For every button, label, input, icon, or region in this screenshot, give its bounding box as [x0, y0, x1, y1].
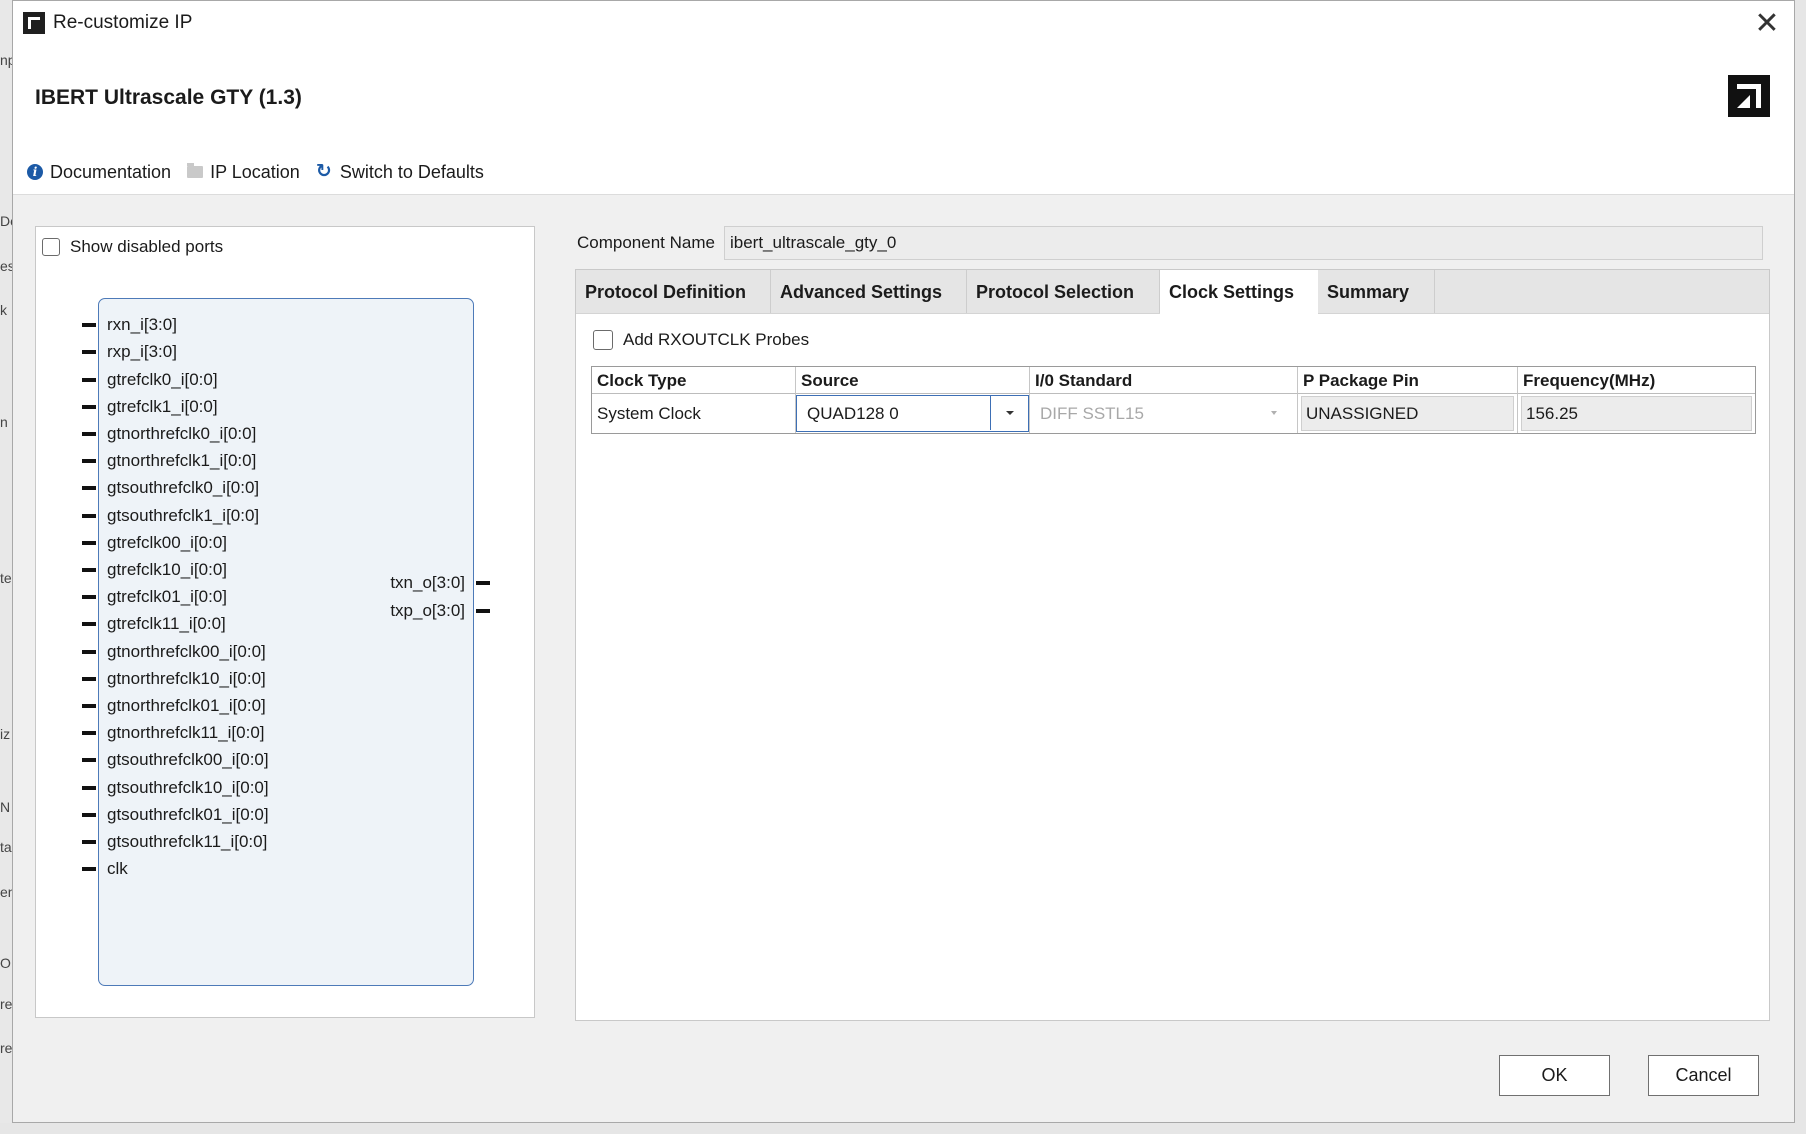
input-port: gtnorthrefclk10_i[0:0] — [82, 668, 266, 690]
io-standard-dropdown: DIFF SSTL15 — [1030, 394, 1298, 433]
input-port: gtnorthrefclk1_i[0:0] — [82, 450, 256, 472]
io-standard-value: DIFF SSTL15 — [1040, 404, 1144, 423]
background-text: ta — [0, 839, 12, 855]
input-port: rxp_i[3:0] — [82, 341, 177, 363]
input-port: gtsouthrefclk10_i[0:0] — [82, 777, 269, 799]
add-rxoutclk-probes-option[interactable]: Add RXOUTCLK Probes — [593, 330, 809, 350]
input-port: gtsouthrefclk01_i[0:0] — [82, 804, 269, 826]
ip-toolbar: i Documentation IP Location ↻ Switch to … — [27, 159, 500, 185]
ip-symbol-panel: Show disabled ports rxn_i[3:0] rxp_i[3:0… — [35, 226, 535, 1018]
ip-block-symbol: rxn_i[3:0] rxp_i[3:0] gtrefclk0_i[0:0] g… — [98, 298, 474, 986]
tab-clock-settings[interactable]: Clock Settings — [1160, 270, 1318, 314]
clock-settings-table: Clock Type Source I/0 Standard P Package… — [591, 366, 1756, 434]
ip-title: IBERT Ultrascale GTY (1.3) — [35, 86, 302, 109]
input-port: gtrefclk00_i[0:0] — [82, 532, 227, 554]
component-name-field[interactable]: ibert_ultrascale_gty_0 — [723, 226, 1763, 260]
window-title: Re-customize IP — [53, 12, 193, 33]
input-port: gtrefclk1_i[0:0] — [82, 396, 218, 418]
input-port: gtrefclk11_i[0:0] — [82, 613, 226, 635]
refresh-icon: ↻ — [315, 161, 332, 182]
input-port: gtrefclk01_i[0:0] — [82, 586, 227, 608]
add-rxoutclk-probes-checkbox[interactable] — [593, 330, 613, 350]
input-port: gtnorthrefclk00_i[0:0] — [82, 641, 266, 663]
background-text: re — [0, 996, 13, 1012]
documentation-label: Documentation — [50, 161, 172, 182]
input-port: gtsouthrefclk00_i[0:0] — [82, 749, 269, 771]
show-disabled-ports-label: Show disabled ports — [70, 237, 224, 256]
tab-protocol-definition[interactable]: Protocol Definition — [576, 270, 771, 313]
background-text: re — [0, 1040, 13, 1056]
switch-to-defaults-button[interactable]: ↻ Switch to Defaults — [316, 162, 484, 183]
background-window-edge — [0, 1123, 1806, 1134]
amd-logo-icon — [1728, 75, 1770, 117]
input-port: gtnorthrefclk0_i[0:0] — [82, 423, 256, 445]
vivado-app-icon — [23, 12, 45, 34]
input-port: gtnorthrefclk01_i[0:0] — [82, 695, 266, 717]
background-window-edge — [1795, 0, 1806, 1134]
column-header: Clock Type — [592, 367, 796, 394]
folder-icon — [187, 163, 204, 178]
clock-type-cell: System Clock — [592, 394, 796, 433]
source-dropdown[interactable]: QUAD128 0 — [796, 395, 1029, 432]
switch-to-defaults-label: Switch to Defaults — [339, 161, 484, 182]
tab-summary[interactable]: Summary — [1318, 270, 1435, 313]
ip-header: IBERT Ultrascale GTY (1.3) i Documentati… — [13, 47, 1794, 195]
ip-location-button[interactable]: IP Location — [187, 162, 300, 183]
background-text: iz — [0, 726, 11, 742]
column-header: I/0 Standard — [1030, 367, 1298, 394]
chevron-down-icon[interactable] — [990, 396, 1028, 430]
output-port: txn_o[3:0] — [390, 572, 490, 594]
title-bar: Re-customize IP ✕ — [13, 1, 1794, 48]
source-value: QUAD128 0 — [807, 404, 899, 423]
close-icon[interactable]: ✕ — [1750, 7, 1784, 41]
column-header: P Package Pin — [1298, 367, 1518, 394]
input-port: gtsouthrefclk0_i[0:0] — [82, 477, 259, 499]
chevron-down-icon — [1271, 411, 1277, 415]
table-row: System Clock QUAD128 0 DIFF SSTL15 UNASS… — [592, 394, 1755, 433]
frequency-cell: 156.25 — [1518, 394, 1755, 433]
settings-tabs: Protocol Definition Advanced Settings Pr… — [576, 270, 1769, 314]
background-text: N — [0, 799, 11, 815]
column-header: Frequency(MHz) — [1518, 367, 1755, 394]
recustomize-ip-dialog: Re-customize IP ✕ IBERT Ultrascale GTY (… — [12, 0, 1795, 1123]
package-pin-cell: UNASSIGNED — [1298, 394, 1518, 433]
show-disabled-ports-checkbox[interactable] — [42, 238, 60, 256]
documentation-button[interactable]: i Documentation — [27, 162, 171, 183]
table-header-row: Clock Type Source I/0 Standard P Package… — [592, 367, 1755, 394]
input-port: gtnorthrefclk11_i[0:0] — [82, 722, 265, 744]
frequency-field[interactable]: 156.25 — [1521, 396, 1752, 431]
input-port: rxn_i[3:0] — [82, 314, 177, 336]
component-name-row: Component Name ibert_ultrascale_gty_0 — [577, 226, 1763, 260]
background-text: k — [0, 302, 7, 318]
add-rxoutclk-probes-label: Add RXOUTCLK Probes — [623, 330, 810, 349]
tab-advanced-settings[interactable]: Advanced Settings — [771, 270, 967, 313]
source-cell: QUAD128 0 — [796, 394, 1030, 433]
column-header: Source — [796, 367, 1030, 394]
input-port: clk — [82, 858, 128, 880]
input-port: gtrefclk0_i[0:0] — [82, 369, 218, 391]
info-icon: i — [27, 164, 43, 180]
input-port: gtrefclk10_i[0:0] — [82, 559, 227, 581]
settings-panel: Protocol Definition Advanced Settings Pr… — [575, 269, 1770, 1021]
output-port: txp_o[3:0] — [390, 600, 490, 622]
background-text: te — [0, 570, 12, 586]
tab-protocol-selection[interactable]: Protocol Selection — [967, 270, 1160, 313]
input-port: gtsouthrefclk11_i[0:0] — [82, 831, 267, 853]
ip-location-label: IP Location — [210, 161, 300, 182]
component-name-label: Component Name — [577, 233, 715, 252]
ok-button[interactable]: OK — [1499, 1055, 1610, 1096]
input-port: gtsouthrefclk1_i[0:0] — [82, 505, 259, 527]
cancel-button[interactable]: Cancel — [1648, 1055, 1759, 1096]
show-disabled-ports-option[interactable]: Show disabled ports — [42, 237, 223, 257]
package-pin-field[interactable]: UNASSIGNED — [1301, 396, 1514, 431]
background-text: n — [0, 414, 8, 430]
